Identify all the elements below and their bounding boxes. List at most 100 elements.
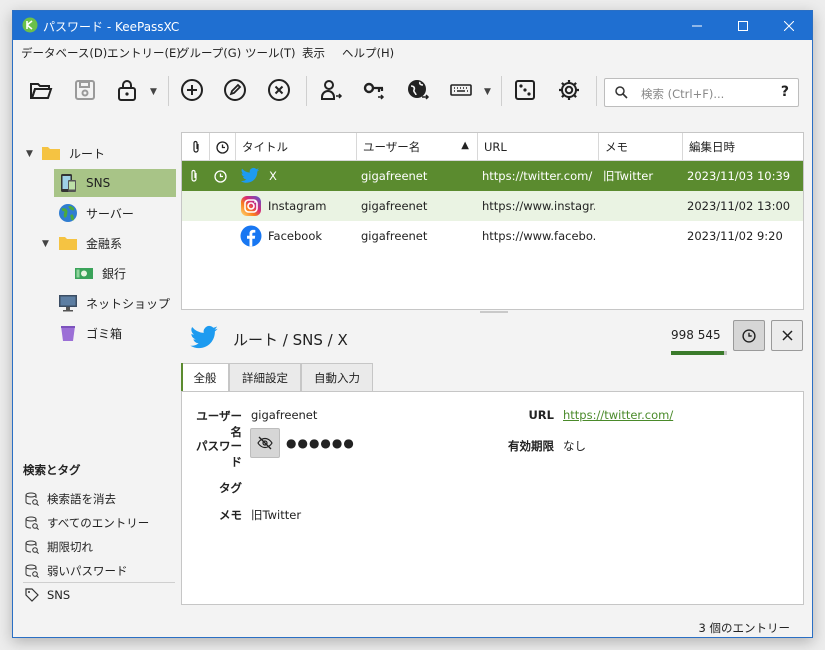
col-title[interactable]: タイトル xyxy=(236,133,357,161)
close-preview-button[interactable] xyxy=(771,320,803,351)
save-database-button[interactable] xyxy=(69,74,101,106)
tag-clear-search[interactable]: 検索語を消去 xyxy=(25,488,116,510)
url-cell: https://www.facebo... xyxy=(482,229,595,243)
tag-row-label: 期限切れ xyxy=(47,540,93,554)
globe-copy-icon xyxy=(408,80,430,100)
title-cell: Facebook xyxy=(240,221,355,251)
menu-group[interactable]: グループ(G) xyxy=(178,45,241,61)
group-label: ネットショップ xyxy=(86,296,171,311)
search-db-icon xyxy=(25,540,39,554)
group-bank[interactable]: 銀行 xyxy=(74,259,179,287)
password-generator-button[interactable] xyxy=(509,74,541,106)
modified-cell: 2023/11/02 9:20 xyxy=(687,229,783,243)
lock-icon xyxy=(118,80,136,101)
pane-splitter[interactable] xyxy=(480,311,508,313)
table-row[interactable]: Instagram gigafreenet https://www.instag… xyxy=(182,191,803,221)
autotype-button[interactable] xyxy=(445,74,477,106)
entry-preview-panel: ユーザー名 gigafreenet パスワード ●●●●●● タグ メモ 旧Tw… xyxy=(181,391,804,605)
tab-advanced[interactable]: 詳細設定 xyxy=(229,363,301,391)
toolbar-separator xyxy=(501,76,502,106)
tag-weak-passwords[interactable]: 弱いパスワード xyxy=(25,560,128,582)
col-username-label: ユーザー名 xyxy=(363,140,421,154)
totp-progress-fill xyxy=(671,351,725,355)
col-username[interactable]: ユーザー名 ▲ xyxy=(357,133,478,161)
lock-database-button[interactable] xyxy=(111,74,143,106)
col-modified[interactable]: 編集日時 xyxy=(683,133,805,161)
keepassxc-logo-icon xyxy=(22,17,38,33)
menu-help[interactable]: ヘルプ(H) xyxy=(342,45,394,61)
toggle-password-button[interactable] xyxy=(250,428,280,458)
table-row[interactable]: X gigafreenet https://twitter.com/ 旧Twit… xyxy=(182,161,803,191)
menu-tools[interactable]: ツール(T) xyxy=(245,45,296,61)
group-server[interactable]: サーバー xyxy=(58,199,178,227)
tag-row-label: 弱いパスワード xyxy=(47,564,128,578)
edit-entry-button[interactable] xyxy=(219,74,251,106)
group-root[interactable]: ルート xyxy=(41,139,181,167)
expand-arrow-icon[interactable]: ▼ xyxy=(26,149,33,159)
add-entry-button[interactable] xyxy=(176,74,208,106)
toolbar: ▼ ▼ 検索 (Ctrl+F)... ? xyxy=(13,64,812,116)
sort-ascending-icon: ▲ xyxy=(461,140,469,151)
notes-value: 旧Twitter xyxy=(251,508,302,522)
tag-sns[interactable]: SNS xyxy=(25,584,70,606)
close-button[interactable] xyxy=(766,11,812,40)
totp-code[interactable]: 998 545 xyxy=(671,328,721,342)
copy-url-button[interactable] xyxy=(402,74,434,106)
entry-count: 3 個のエントリー xyxy=(698,621,790,635)
menu-database[interactable]: データベース(D) xyxy=(21,45,107,61)
tag-expired[interactable]: 期限切れ xyxy=(25,536,93,558)
paperclip-icon xyxy=(191,169,197,182)
col-notes[interactable]: メモ xyxy=(599,133,683,161)
url-cell: https://www.instagr... xyxy=(482,199,595,213)
instagram-icon xyxy=(241,196,261,216)
folder-icon xyxy=(59,237,77,250)
menu-entry[interactable]: エントリー(E) xyxy=(107,45,181,61)
totp-button[interactable] xyxy=(733,320,765,351)
copy-username-button[interactable] xyxy=(315,74,347,106)
menu-view[interactable]: 表示 xyxy=(302,45,325,61)
status-bar: 3 個のエントリー xyxy=(13,611,812,639)
url-link[interactable]: https://twitter.com/ xyxy=(563,408,673,422)
minimize-button[interactable] xyxy=(674,11,720,40)
delete-circle-icon xyxy=(268,79,290,101)
group-trash[interactable]: ゴミ箱 xyxy=(58,319,178,347)
password-value[interactable]: ●●●●●● xyxy=(286,436,355,450)
paperclip-icon xyxy=(192,140,199,153)
keyboard-icon xyxy=(450,84,472,96)
maximize-button[interactable] xyxy=(720,11,766,40)
tag-all-entries[interactable]: すべてのエントリー xyxy=(25,512,149,534)
copy-password-button[interactable] xyxy=(358,74,390,106)
open-database-button[interactable] xyxy=(25,74,57,106)
twitter-icon xyxy=(240,167,260,183)
autotype-dropdown-icon[interactable]: ▼ xyxy=(484,87,491,97)
menu-bar: データベース(D) エントリー(E) グループ(G) ツール(T) 表示 ヘルプ… xyxy=(13,40,812,64)
col-attachment[interactable] xyxy=(182,133,210,161)
lock-dropdown-icon[interactable]: ▼ xyxy=(150,87,157,97)
group-finance[interactable]: 金融系 xyxy=(58,229,178,257)
group-sns[interactable]: SNS xyxy=(54,169,176,197)
entry-title: Instagram xyxy=(268,199,327,213)
twitter-icon xyxy=(190,325,218,349)
attachment-cell xyxy=(188,161,204,191)
group-label: サーバー xyxy=(86,206,134,221)
search-input[interactable]: 検索 (Ctrl+F)... xyxy=(641,86,724,102)
search-help-button[interactable]: ? xyxy=(781,84,789,100)
tab-autotype[interactable]: 自動入力 xyxy=(301,363,373,391)
col-expiry[interactable] xyxy=(210,133,236,161)
tab-general[interactable]: 全般 xyxy=(181,363,229,392)
username-value[interactable]: gigafreenet xyxy=(251,408,317,422)
notes-cell: 旧Twitter xyxy=(603,169,654,183)
col-url[interactable]: URL xyxy=(478,133,599,161)
key-copy-icon xyxy=(363,82,385,100)
expiry-value: なし xyxy=(563,439,586,453)
delete-entry-button[interactable] xyxy=(263,74,295,106)
settings-button[interactable] xyxy=(553,74,585,106)
search-box[interactable]: 検索 (Ctrl+F)... ? xyxy=(604,78,799,107)
group-netshop[interactable]: ネットショップ xyxy=(58,289,178,317)
expand-arrow-icon[interactable]: ▼ xyxy=(42,239,49,249)
monitor-icon xyxy=(59,295,77,312)
table-row[interactable]: Facebook gigafreenet https://www.facebo.… xyxy=(182,221,803,251)
entry-title: X xyxy=(269,169,277,183)
username-cell: gigafreenet xyxy=(361,169,428,183)
search-db-icon xyxy=(25,564,39,578)
